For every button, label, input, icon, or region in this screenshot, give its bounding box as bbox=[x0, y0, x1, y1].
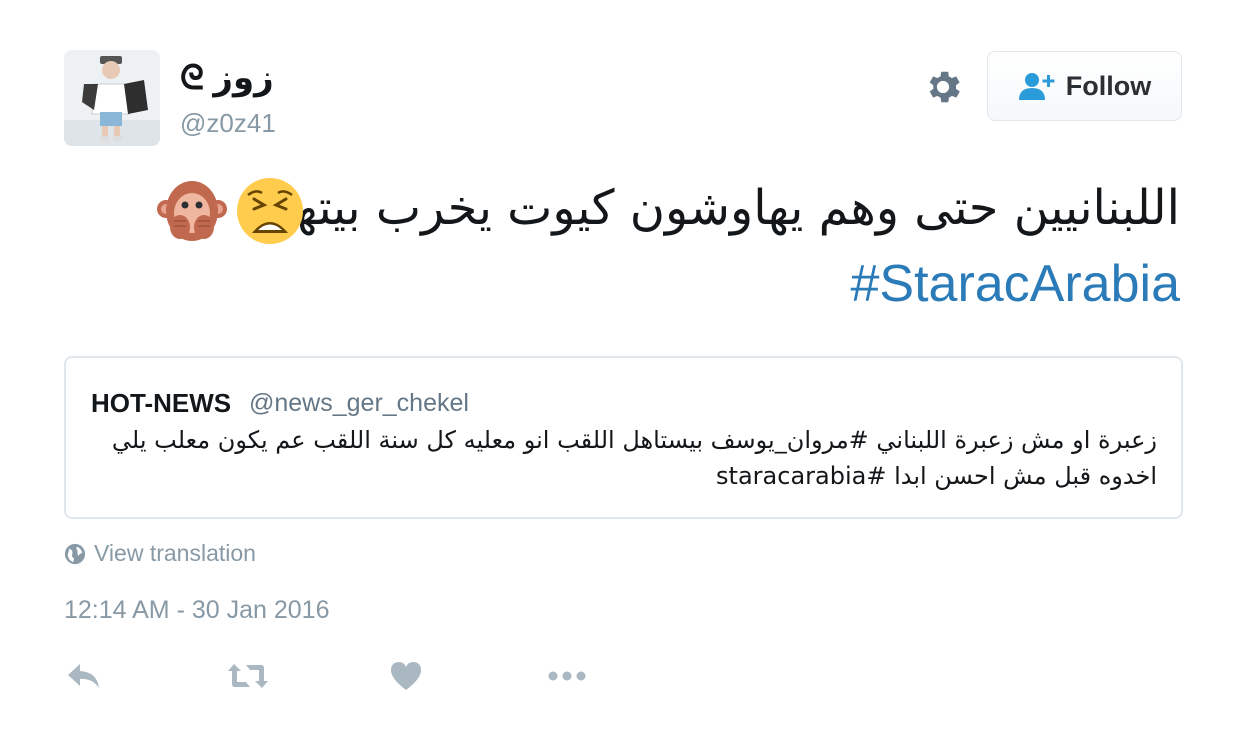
speak-no-evil-monkey-emoji bbox=[157, 181, 227, 241]
globe-icon bbox=[64, 543, 86, 564]
view-translation-link[interactable]: View translation bbox=[64, 540, 256, 567]
weary-face-emoji bbox=[237, 178, 303, 244]
view-translation-label: View translation bbox=[94, 540, 256, 566]
quoted-tweet-card[interactable]: HOT-NEWS @news_ger_chekel زعبرة او مش زع… bbox=[64, 356, 1183, 519]
emoji-group bbox=[156, 175, 306, 247]
follow-button-label: Follow bbox=[1065, 70, 1152, 101]
quoted-tweet-text: زعبرة او مش زعبرة اللبناني #مروان_يوسف ب… bbox=[111, 426, 1157, 490]
like-heart-icon[interactable] bbox=[388, 656, 424, 696]
author-handle[interactable]: @z0z41 bbox=[180, 108, 276, 138]
tweet-hashtag-link[interactable]: #StaracArabia bbox=[850, 250, 1180, 318]
author-display-name[interactable]: ᘓ زوز bbox=[180, 58, 274, 98]
gear-icon[interactable] bbox=[922, 66, 964, 108]
avatar[interactable] bbox=[64, 50, 160, 146]
tweet-timestamp[interactable]: 12:14 AM - 30 Jan 2016 bbox=[64, 596, 329, 625]
retweet-icon[interactable] bbox=[226, 656, 270, 696]
quoted-tweet-author-handle: @news_ger_chekel bbox=[249, 389, 469, 417]
reply-icon[interactable] bbox=[66, 656, 102, 696]
follow-button[interactable]: Follow bbox=[987, 51, 1182, 121]
follow-user-icon bbox=[1018, 73, 1055, 100]
quoted-tweet-author-name: HOT-NEWS bbox=[91, 388, 232, 418]
more-dots-icon[interactable] bbox=[546, 656, 588, 696]
